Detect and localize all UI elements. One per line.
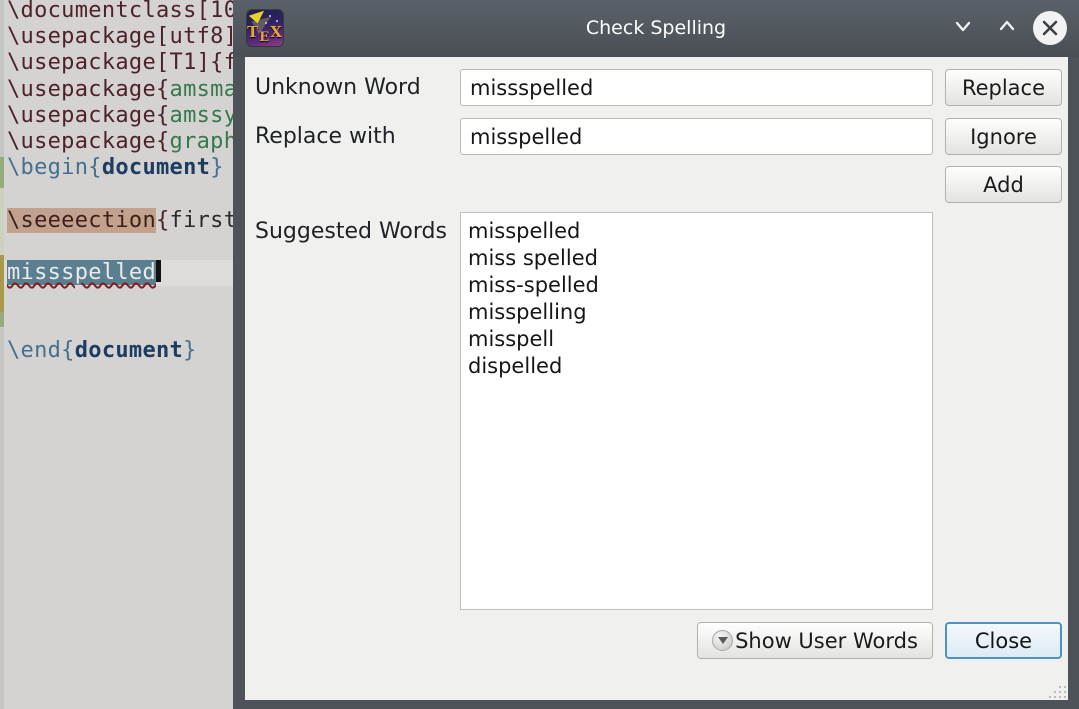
unknown-word-input[interactable] [460,69,933,106]
modified-lines-marker [0,0,4,709]
close-window-button[interactable] [1033,11,1067,45]
dialog-titlebar[interactable]: TEX Check Spelling [233,0,1079,57]
editor-line[interactable]: \begin{document} [7,155,237,181]
replace-button[interactable]: Replace [945,69,1062,106]
editor-line[interactable] [7,234,237,260]
suggestion-item[interactable]: misspelling [461,299,932,326]
add-button[interactable]: Add [945,166,1062,203]
suggestion-item[interactable]: misspelled [461,218,932,245]
editor-line[interactable]: \usepackage[utf8] [7,24,237,50]
dialog-body: Unknown Word Replace with Replace Ignore… [245,57,1068,700]
editor-line[interactable] [7,312,237,338]
editor-line[interactable]: \end{document} [7,338,237,364]
close-x-icon [1033,11,1067,45]
editor-line[interactable]: \usepackage{graph [7,129,237,155]
show-user-words-button[interactable]: Show User Words [697,622,933,659]
latex-editor[interactable]: \documentclass[10\usepackage[utf8]\usepa… [0,0,240,709]
suggestion-item[interactable]: misspell [461,326,932,353]
modified-marker-segment [0,188,4,255]
modified-marker-segment [0,312,4,327]
show-user-words-label: Show User Words [735,629,918,653]
maximize-button[interactable] [990,11,1024,45]
unknown-word-label: Unknown Word [255,69,421,106]
dropdown-arrow-icon [712,630,733,651]
replace-with-input[interactable] [460,118,933,155]
suggested-words-list[interactable]: misspelledmiss spelledmiss-spelledmisspe… [460,212,933,610]
modified-marker-segment [0,157,4,188]
editor-line[interactable] [7,286,237,312]
editor-line[interactable]: \usepackage{amssy [7,103,237,129]
resize-grip-icon[interactable] [1048,684,1066,698]
editor-line[interactable] [7,181,237,207]
suggested-words-label: Suggested Words [255,212,447,249]
replace-with-label: Replace with [255,118,396,155]
minimize-button[interactable] [946,11,980,45]
close-button[interactable]: Close [945,622,1062,659]
ignore-button[interactable]: Ignore [945,118,1062,155]
chevron-down-icon [951,14,975,42]
chevron-up-icon [995,14,1019,42]
editor-code[interactable]: \documentclass[10\usepackage[utf8]\usepa… [7,0,237,365]
suggestion-item[interactable]: miss-spelled [461,272,932,299]
editor-line[interactable]: \usepackage{amsma [7,77,237,103]
suggestion-item[interactable]: dispelled [461,353,932,380]
modified-marker-segment [0,255,4,312]
editor-line[interactable]: \usepackage[T1]{f [7,50,237,76]
editor-line[interactable]: missspelled [7,260,237,286]
editor-line[interactable]: \documentclass[10 [7,0,237,24]
suggestion-item[interactable]: miss spelled [461,245,932,272]
editor-line[interactable]: \seeeection{first [7,208,237,234]
screen: \documentclass[10\usepackage[utf8]\usepa… [0,0,1079,709]
text-cursor [156,260,161,282]
check-spelling-dialog: TEX Check Spelling Unknown Word [233,0,1079,709]
